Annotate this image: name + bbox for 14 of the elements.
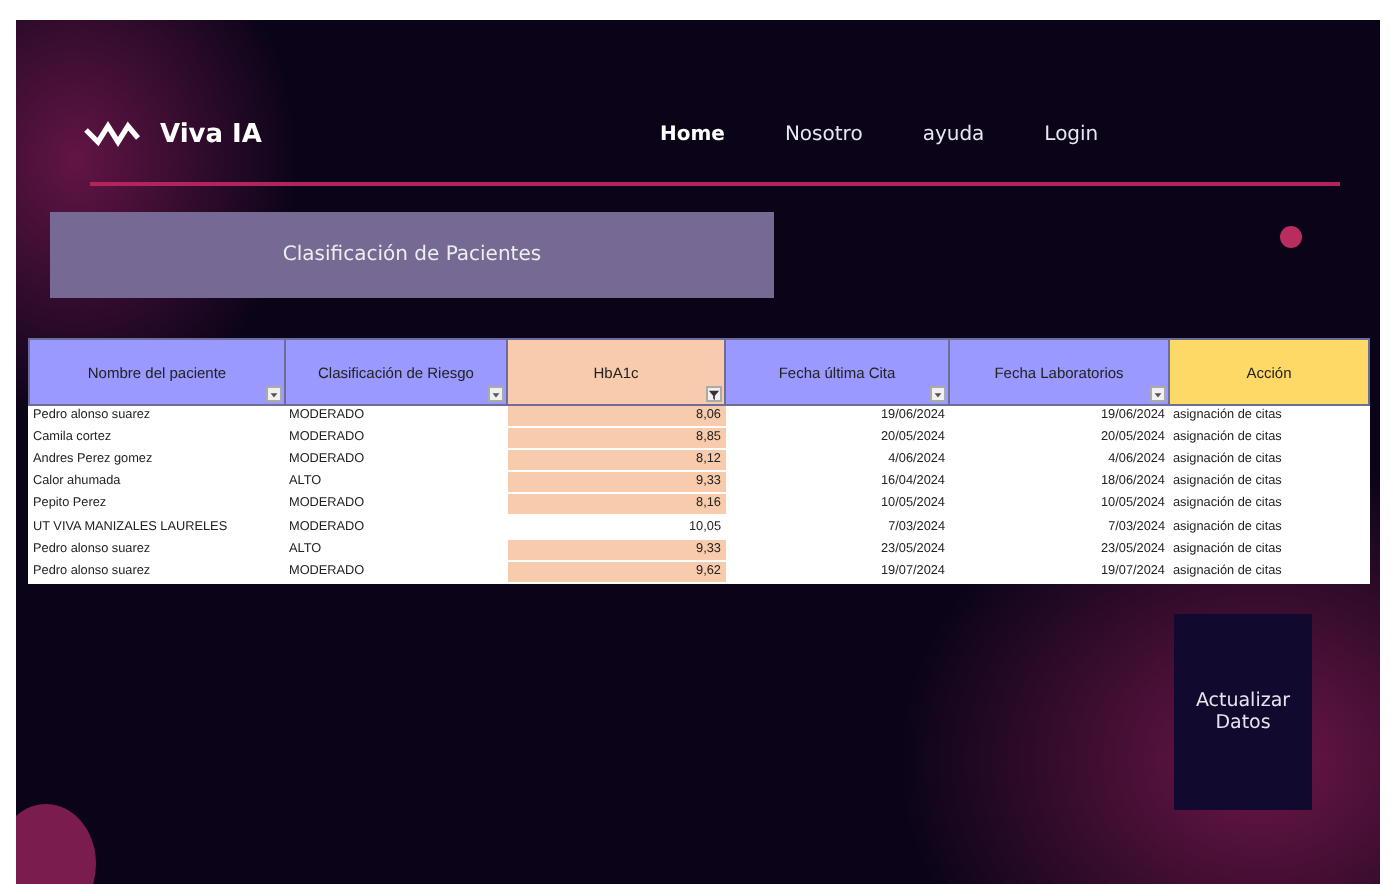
section-title: Clasificación de Pacientes <box>50 212 774 298</box>
nav-link[interactable]: Login <box>1044 123 1099 145</box>
logo-icon <box>84 118 144 150</box>
update-button[interactable]: Actualizar Datos <box>1174 613 1312 810</box>
nav-link[interactable]: Home <box>660 123 725 145</box>
nav-link[interactable]: ayuda <box>922 123 985 145</box>
dropdown-icon[interactable] <box>488 386 504 402</box>
dropdown-icon[interactable] <box>266 386 282 402</box>
nav-link[interactable]: Nosotro <box>784 123 863 145</box>
dropdown-icon[interactable] <box>930 386 946 402</box>
dot-icon <box>1280 226 1302 248</box>
dropdown-icon[interactable] <box>1150 386 1166 402</box>
filter-icon[interactable] <box>706 386 722 402</box>
brand-name: Viva IA <box>160 119 262 149</box>
